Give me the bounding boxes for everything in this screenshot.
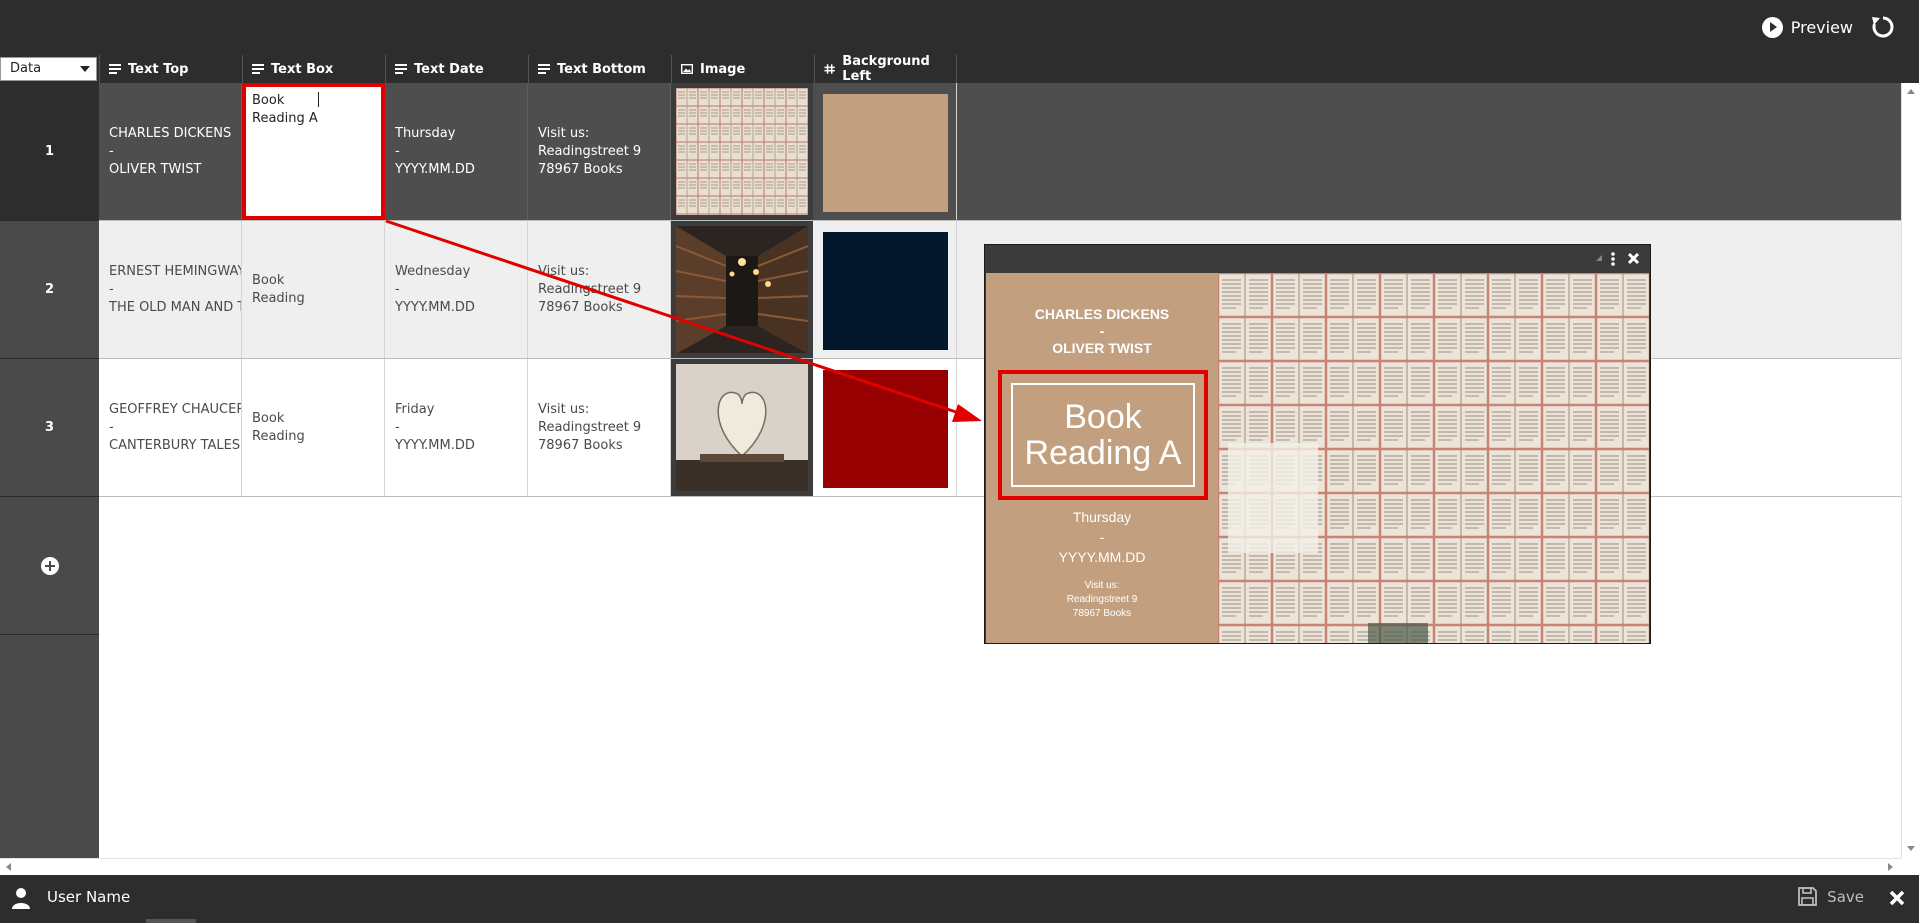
row-number-3[interactable]: 3 bbox=[0, 359, 99, 497]
data-select-value: Data bbox=[10, 61, 42, 76]
data-select[interactable]: Data bbox=[0, 57, 97, 81]
preview-button[interactable]: Preview bbox=[1761, 15, 1853, 39]
color-swatch bbox=[823, 370, 948, 488]
text-lines-icon bbox=[109, 64, 121, 74]
scroll-down-icon[interactable] bbox=[1907, 846, 1915, 851]
library-shelves-image bbox=[676, 226, 808, 353]
preview-text-bottom: Visit us: Readingstreet 9 78967 Books bbox=[1066, 580, 1138, 619]
cell-background-left[interactable] bbox=[815, 359, 957, 496]
hash-icon bbox=[824, 64, 835, 74]
more-vertical-icon[interactable] bbox=[1609, 251, 1617, 267]
text-lines-icon bbox=[395, 64, 407, 74]
cell-text-box[interactable]: Book Reading bbox=[242, 221, 385, 358]
color-swatch bbox=[823, 94, 948, 212]
cell-text-bottom[interactable]: Visit us: Readingstreet 9 78967 Books bbox=[528, 359, 671, 496]
row-number-column: 1 2 3 bbox=[0, 83, 99, 858]
preview-canvas: CHARLES DICKENS - OLIVER TWIST Book Read… bbox=[986, 273, 1649, 643]
cell-background-left[interactable] bbox=[815, 83, 957, 220]
column-header-text-box[interactable]: Text Box bbox=[242, 55, 385, 83]
scroll-up-icon[interactable] bbox=[1907, 89, 1915, 94]
footer-tab-indicator bbox=[146, 919, 196, 923]
cell-image[interactable] bbox=[671, 359, 813, 496]
close-icon[interactable] bbox=[1889, 890, 1905, 906]
vertical-scrollbar[interactable] bbox=[1901, 83, 1919, 858]
cell-background-left[interactable] bbox=[815, 221, 957, 358]
save-label: Save bbox=[1827, 887, 1864, 906]
text-caret bbox=[317, 92, 319, 107]
heart-book-image bbox=[676, 364, 808, 491]
cell-image[interactable] bbox=[671, 221, 813, 358]
column-header-label: Image bbox=[700, 61, 746, 77]
column-header-label: Text Bottom bbox=[557, 61, 646, 77]
column-header-text-bottom[interactable]: Text Bottom bbox=[528, 55, 671, 83]
open-books-image bbox=[676, 88, 808, 215]
cell-text-date[interactable]: Thursday - YYYY.MM.DD bbox=[385, 83, 528, 220]
reset-icon[interactable] bbox=[1870, 14, 1896, 40]
cell-text-top[interactable]: GEOFFREY CHAUCER - CANTERBURY TALES bbox=[99, 359, 242, 496]
column-header-text-date[interactable]: Text Date bbox=[385, 55, 528, 83]
row-number-1[interactable]: 1 bbox=[0, 83, 99, 221]
column-header-row: Data Text Top Text Box Text Date Text Bo… bbox=[0, 54, 1919, 84]
color-swatch bbox=[823, 232, 948, 350]
cell-image[interactable] bbox=[671, 83, 813, 220]
column-header-label: Text Box bbox=[271, 61, 334, 77]
user-icon bbox=[12, 888, 30, 909]
resize-corner-icon[interactable] bbox=[1596, 255, 1602, 261]
column-header-label: Background Left bbox=[842, 54, 930, 84]
preview-left-panel: CHARLES DICKENS - OLIVER TWIST Book Read… bbox=[986, 273, 1218, 643]
preview-text-date: Thursday - YYYY.MM.DD bbox=[1058, 509, 1146, 565]
image-icon bbox=[681, 64, 693, 74]
save-button[interactable]: Save bbox=[1798, 887, 1864, 906]
cell-text-box-editing[interactable]: Book Reading A bbox=[242, 83, 385, 220]
popup-title-bar[interactable] bbox=[985, 245, 1650, 272]
table-row: CHARLES DICKENS - OLIVER TWIST Book Read… bbox=[99, 83, 1901, 221]
preview-text-box: Book Reading A bbox=[1011, 383, 1195, 487]
row-number-2[interactable]: 2 bbox=[0, 221, 99, 359]
preview-text-top: CHARLES DICKENS - OLIVER TWIST bbox=[1034, 306, 1170, 356]
top-bar: Preview bbox=[0, 0, 1919, 55]
save-disk-icon bbox=[1798, 887, 1818, 906]
cell-text-top[interactable]: CHARLES DICKENS - OLIVER TWIST bbox=[99, 83, 242, 220]
scroll-right-icon[interactable] bbox=[1888, 863, 1893, 871]
cell-text-bottom[interactable]: Visit us: Readingstreet 9 78967 Books bbox=[528, 221, 671, 358]
play-icon bbox=[1761, 16, 1783, 38]
preview-label: Preview bbox=[1790, 17, 1853, 37]
preview-text-box-highlight: Book Reading A bbox=[998, 370, 1208, 500]
preview-image bbox=[1218, 273, 1649, 643]
horizontal-scrollbar[interactable] bbox=[0, 858, 1901, 875]
column-header-label: Text Top bbox=[128, 61, 189, 77]
column-header-background-left[interactable]: Background Left bbox=[814, 54, 957, 84]
column-header-label: Text Date bbox=[414, 61, 484, 77]
cell-text-box-value: Book Reading A bbox=[252, 93, 318, 126]
preview-popup: CHARLES DICKENS - OLIVER TWIST Book Read… bbox=[984, 244, 1651, 644]
cell-text-date[interactable]: Wednesday - YYYY.MM.DD bbox=[385, 221, 528, 358]
scroll-left-icon[interactable] bbox=[6, 863, 11, 871]
cell-text-bottom[interactable]: Visit us: Readingstreet 9 78967 Books bbox=[528, 83, 671, 220]
text-lines-icon bbox=[538, 64, 550, 74]
plus-circle-icon bbox=[40, 556, 59, 575]
add-row-button[interactable] bbox=[0, 497, 99, 635]
cell-text-date[interactable]: Friday - YYYY.MM.DD bbox=[385, 359, 528, 496]
column-header-image[interactable]: Image bbox=[671, 55, 814, 83]
user-name: User Name bbox=[47, 888, 131, 906]
close-icon[interactable] bbox=[1627, 252, 1640, 265]
cell-text-top[interactable]: ERNEST HEMINGWAY - THE OLD MAN AND THE S… bbox=[99, 221, 242, 358]
column-header-text-top[interactable]: Text Top bbox=[99, 55, 242, 83]
footer-bar: User Name Save bbox=[0, 875, 1919, 923]
cell-text-box[interactable]: Book Reading bbox=[242, 359, 385, 496]
chevron-down-icon bbox=[80, 66, 90, 72]
text-lines-icon bbox=[252, 64, 264, 74]
